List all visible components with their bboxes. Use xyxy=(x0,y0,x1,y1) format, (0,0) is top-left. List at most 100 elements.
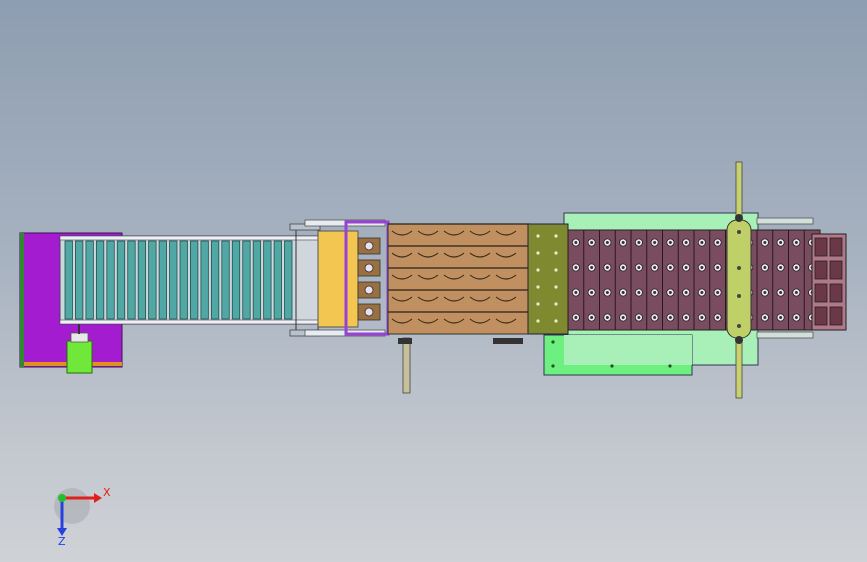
end-cap-cell xyxy=(829,260,843,280)
end-cap-cell xyxy=(814,237,828,257)
bolt-dot xyxy=(554,251,558,255)
mold-cavity-core xyxy=(653,316,657,319)
mold-cavity-core xyxy=(794,291,798,294)
base-edge-strip xyxy=(20,233,24,367)
clamp-nut-top xyxy=(735,214,743,222)
bolt-dot xyxy=(536,302,540,306)
plate-bolt xyxy=(551,340,555,344)
z-axis-label: Z xyxy=(58,535,66,548)
mold-cavity-core xyxy=(637,241,641,244)
mold-cavity-core xyxy=(700,241,704,244)
end-cap-cell xyxy=(814,283,828,303)
belt-slat xyxy=(85,240,94,320)
mold-cavity-core xyxy=(605,291,609,294)
belt-rail-top xyxy=(59,235,319,241)
mold-cavity-core xyxy=(716,316,720,319)
mold-cavity-core xyxy=(621,316,625,319)
clamp-bar xyxy=(726,219,752,339)
belt-slat xyxy=(284,240,293,320)
mold-cavity-core xyxy=(668,291,672,294)
clamp-bolt xyxy=(737,266,741,270)
belt-slat xyxy=(252,240,262,320)
belt-slat xyxy=(273,240,282,320)
gear-rack xyxy=(493,338,523,344)
end-cap-cell xyxy=(829,237,843,257)
plate-bolt xyxy=(610,364,614,368)
extension-rail-top xyxy=(756,217,814,225)
belt-slat xyxy=(75,240,84,320)
mold-cavity-core xyxy=(700,291,704,294)
station-overlap xyxy=(564,335,692,365)
mold-cavity-core xyxy=(716,241,720,244)
belt-slat xyxy=(116,240,126,320)
bolt-dot xyxy=(536,268,540,272)
cad-viewport[interactable]: X Z xyxy=(0,0,867,562)
mold-cavity-core xyxy=(574,316,578,319)
belt-slat xyxy=(148,240,157,320)
motor-coupling xyxy=(70,332,89,343)
mold-cavity-core xyxy=(621,266,625,269)
mold-cavity-core xyxy=(605,241,609,244)
mold-cavity-core xyxy=(668,316,672,319)
mold-cavity-core xyxy=(763,266,767,269)
plate-bolt xyxy=(551,364,555,368)
extension-rail-bottom xyxy=(756,331,814,339)
mold-cavity-core xyxy=(716,291,720,294)
belt-slat xyxy=(169,240,178,320)
plate-bolt xyxy=(668,364,672,368)
x-axis-head xyxy=(94,493,102,503)
roller-hole xyxy=(364,285,374,295)
end-cap-cell xyxy=(814,306,828,326)
mold-cavity-core xyxy=(590,291,594,294)
mold-cavity-core xyxy=(668,266,672,269)
mold-cavity-core xyxy=(590,266,594,269)
olive-pusher-block xyxy=(527,223,569,335)
mold-cavity-core xyxy=(700,266,704,269)
belt-slat xyxy=(263,240,272,320)
bolt-dot xyxy=(536,251,540,255)
mold-cavity-core xyxy=(637,291,641,294)
end-cap-cell xyxy=(829,283,843,303)
mold-cavity-core xyxy=(668,241,672,244)
belt-slat xyxy=(210,240,220,320)
belt-slat xyxy=(231,240,241,320)
clamp-bolt xyxy=(737,324,741,328)
bolt-dot xyxy=(536,319,540,323)
bolt-dot xyxy=(554,234,558,238)
wood-tray xyxy=(387,223,531,394)
belt-slat xyxy=(221,240,230,320)
mold-cavity-core xyxy=(779,291,783,294)
mold-cavity-core xyxy=(574,291,578,294)
mold-cavity-core xyxy=(763,291,767,294)
belt-slat xyxy=(242,240,251,320)
mold-cavity-core xyxy=(700,316,704,319)
mold-cavity-core xyxy=(590,316,594,319)
mold-cavity-core xyxy=(716,266,720,269)
mold-cavity-core xyxy=(653,266,657,269)
mold-cavity-core xyxy=(653,291,657,294)
mold-cavity-core xyxy=(779,266,783,269)
coordinate-triad: X Z xyxy=(54,486,111,548)
tray-support-post xyxy=(402,337,411,394)
mold-cavity-core xyxy=(637,316,641,319)
clamp-bolt xyxy=(737,230,741,234)
mold-cavity-core xyxy=(574,241,578,244)
mold-cavity-core xyxy=(684,316,688,319)
belt-slat xyxy=(190,240,199,320)
mold-cavity-core xyxy=(605,316,609,319)
mold-cavity-core xyxy=(779,241,783,244)
end-cap-cell xyxy=(814,260,828,280)
assembly-drawing: X Z xyxy=(19,161,847,548)
roller-hole xyxy=(364,241,374,251)
clamp-bolt xyxy=(737,294,741,298)
mold-cavity-core xyxy=(779,316,783,319)
belt-conveyor xyxy=(59,223,321,337)
transfer-rollers xyxy=(357,237,381,321)
triad-shadow xyxy=(54,488,90,524)
post-clamp xyxy=(398,338,412,344)
mold-cavity-core xyxy=(794,316,798,319)
mold-cavity-core xyxy=(794,266,798,269)
mold-station xyxy=(527,212,847,376)
mold-cavity-core xyxy=(605,266,609,269)
belt-slat xyxy=(95,240,105,320)
